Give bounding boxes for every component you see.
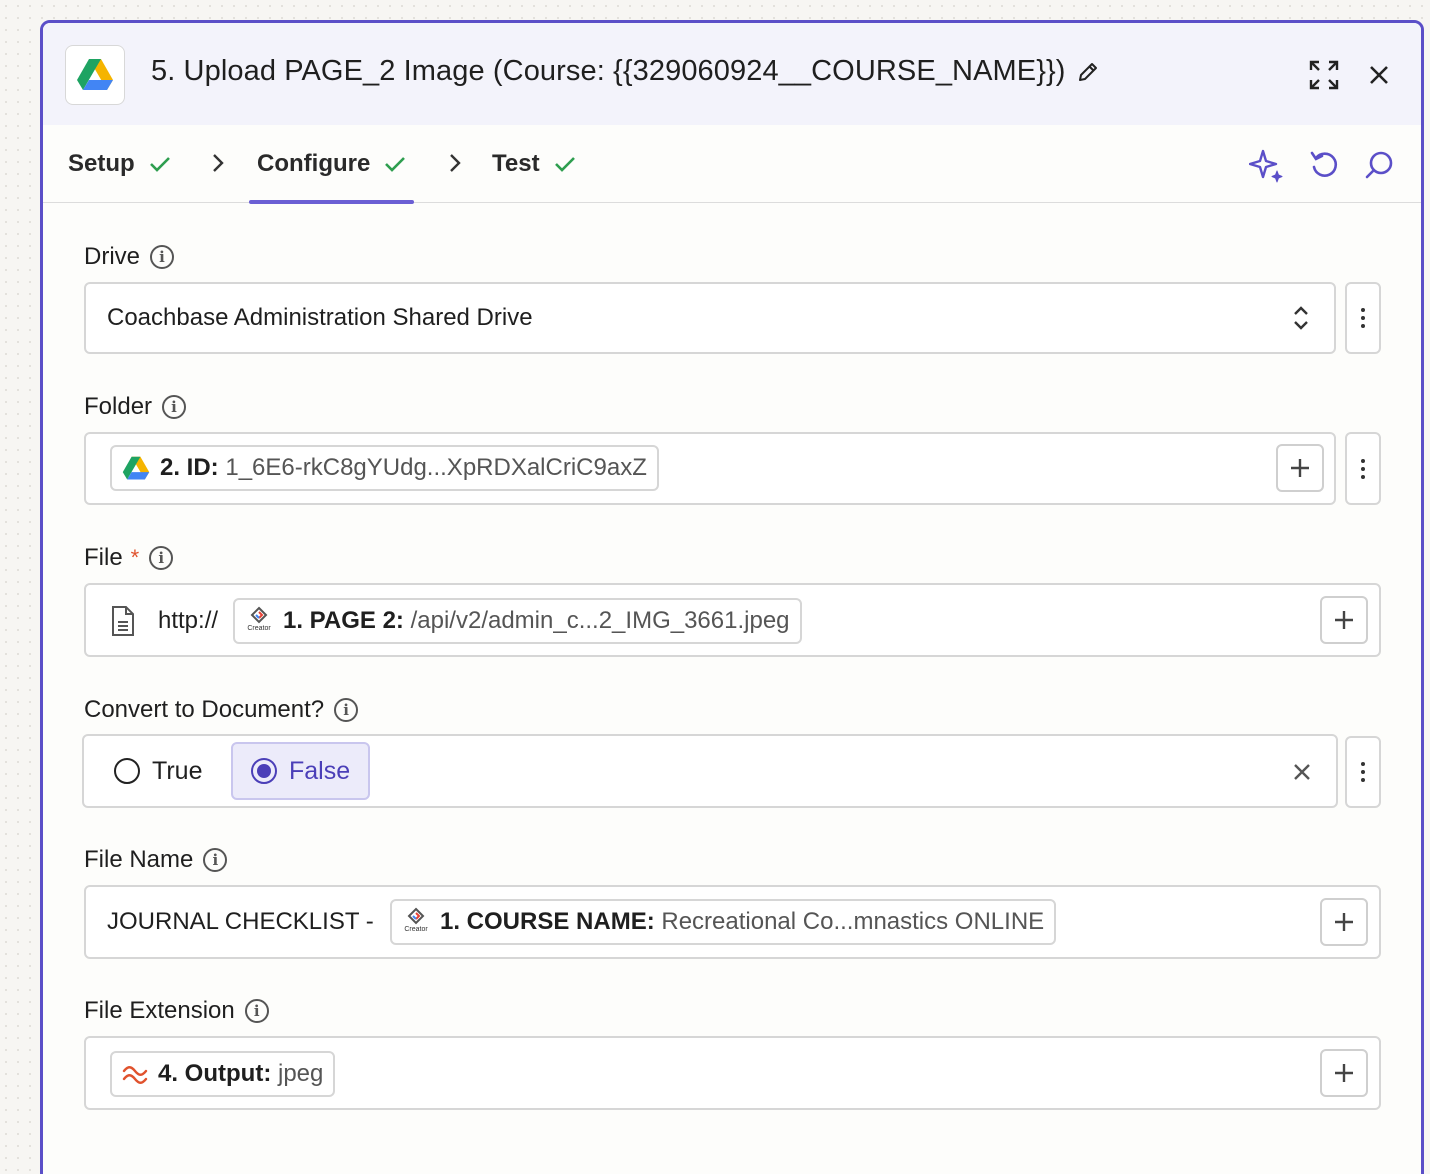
folder-input[interactable]: 2. ID: 1_6E6-rkC8gYUdg...XpRDXalCriC9axZ <box>84 432 1336 505</box>
radio-true-label: True <box>152 756 203 785</box>
file-label-text: File <box>84 544 123 571</box>
drive-label-text: Drive <box>84 243 141 270</box>
step-title: 5. Upload PAGE_2 Image (Course: {{329060… <box>151 55 1100 88</box>
file-input[interactable]: http:// Creator 1. PAGE 2: /api/v2/admin… <box>84 583 1381 657</box>
drive-label: Drive i <box>84 243 175 271</box>
plus-icon <box>1335 913 1353 931</box>
step-tabs: Setup Configure Test <box>43 125 1421 204</box>
plus-icon <box>1291 459 1309 477</box>
drive-select-value: Coachbase Administration Shared Drive <box>107 304 533 331</box>
file-extension-label-text: File Extension <box>84 997 235 1024</box>
tab-label: Configure <box>257 150 371 177</box>
drive-more-button[interactable] <box>1345 282 1381 354</box>
folder-token-value: 1_6E6-rkC8gYUdg...XpRDXalCriC9axZ <box>225 454 647 481</box>
plus-icon <box>1335 611 1353 629</box>
info-icon[interactable]: i <box>162 395 187 419</box>
required-marker: * <box>130 545 140 570</box>
check-icon <box>385 157 406 172</box>
info-icon[interactable]: i <box>334 698 359 722</box>
search-icon[interactable] <box>1361 147 1397 183</box>
check-icon <box>554 157 575 172</box>
folder-token-pill[interactable]: 2. ID: 1_6E6-rkC8gYUdg...XpRDXalCriC9axZ <box>110 445 659 491</box>
file-name-token-key: 1. COURSE NAME: <box>440 908 655 935</box>
plus-icon <box>1335 1064 1353 1082</box>
tab-setup[interactable]: Setup <box>68 125 171 203</box>
file-token-key: 1. PAGE 2: <box>283 607 404 634</box>
tab-label: Setup <box>68 150 135 177</box>
info-icon[interactable]: i <box>149 546 174 570</box>
file-name-input[interactable]: JOURNAL CHECKLIST - Creator 1. COURSE NA… <box>84 885 1381 959</box>
tab-label: Test <box>492 150 540 177</box>
file-prefix-text: http:// <box>158 607 219 634</box>
info-icon[interactable]: i <box>203 848 228 872</box>
file-name-prefix-text: JOURNAL CHECKLIST - <box>107 908 374 935</box>
creator-icon-text: Creator <box>404 926 428 933</box>
radio-circle-selected <box>251 758 277 784</box>
edit-pencil-icon[interactable] <box>1076 60 1100 84</box>
chevron-right-icon <box>213 154 224 172</box>
info-icon[interactable]: i <box>150 245 175 269</box>
insert-data-button[interactable] <box>1320 898 1368 946</box>
chevron-right-icon <box>450 154 461 172</box>
step-editor-panel: 5. Upload PAGE_2 Image (Course: {{329060… <box>40 20 1424 1174</box>
radio-false-label: False <box>289 756 351 785</box>
folder-label-text: Folder <box>84 393 153 420</box>
insert-data-button[interactable] <box>1276 444 1324 492</box>
expand-icon[interactable] <box>1306 57 1342 93</box>
file-extension-label: File Extension i <box>84 997 269 1025</box>
folder-token-key: 2. ID: <box>160 454 219 481</box>
undo-icon[interactable] <box>1306 147 1342 183</box>
select-arrows-icon <box>1294 306 1308 330</box>
tab-test[interactable]: Test <box>492 125 576 203</box>
close-icon[interactable] <box>1361 57 1397 93</box>
radio-true[interactable]: True <box>114 742 202 800</box>
folder-more-button[interactable] <box>1345 432 1381 505</box>
convert-label-text: Convert to Document? <box>84 696 325 723</box>
file-name-label-text: File Name <box>84 846 194 873</box>
insert-data-button[interactable] <box>1320 596 1368 644</box>
file-name-token-pill[interactable]: Creator 1. COURSE NAME: Recreational Co.… <box>390 899 1057 945</box>
creator-icon: Creator <box>245 606 273 636</box>
clear-icon[interactable] <box>1292 762 1312 782</box>
file-extension-token-key: 4. Output: <box>158 1060 272 1087</box>
folder-label: Folder i <box>84 393 187 421</box>
google-drive-icon <box>122 456 150 480</box>
file-extension-token-pill[interactable]: 4. Output: jpeg <box>110 1051 336 1097</box>
convert-label: Convert to Document? i <box>84 696 359 724</box>
drive-select[interactable]: Coachbase Administration Shared Drive <box>84 282 1336 354</box>
info-icon[interactable]: i <box>244 999 269 1023</box>
convert-radio-group: True False <box>82 734 1338 808</box>
file-name-token-value: Recreational Co...mnastics ONLINE <box>661 908 1045 935</box>
tab-configure[interactable]: Configure <box>248 125 415 204</box>
file-label: File * i <box>84 544 174 572</box>
file-token-value: /api/v2/admin_c...2_IMG_3661.jpeg <box>410 607 790 634</box>
formatter-icon <box>122 1066 148 1084</box>
step-title-text: 5. Upload PAGE_2 Image (Course: {{329060… <box>151 55 1066 87</box>
file-extension-token-value: jpeg <box>277 1060 324 1087</box>
insert-data-button[interactable] <box>1320 1049 1368 1097</box>
radio-false[interactable]: False <box>231 742 371 800</box>
sparkle-icon[interactable] <box>1249 147 1285 183</box>
google-drive-icon <box>65 45 125 105</box>
document-icon <box>112 606 134 636</box>
creator-icon-text: Creator <box>247 625 271 632</box>
file-name-label: File Name i <box>84 846 228 874</box>
step-header: 5. Upload PAGE_2 Image (Course: {{329060… <box>43 23 1421 125</box>
file-token-pill[interactable]: Creator 1. PAGE 2: /api/v2/admin_c...2_I… <box>233 598 802 644</box>
convert-more-button[interactable] <box>1345 736 1381 808</box>
file-extension-input[interactable]: 4. Output: jpeg <box>84 1036 1381 1110</box>
radio-circle <box>114 758 140 784</box>
creator-icon: Creator <box>402 907 430 937</box>
check-icon <box>149 157 170 172</box>
